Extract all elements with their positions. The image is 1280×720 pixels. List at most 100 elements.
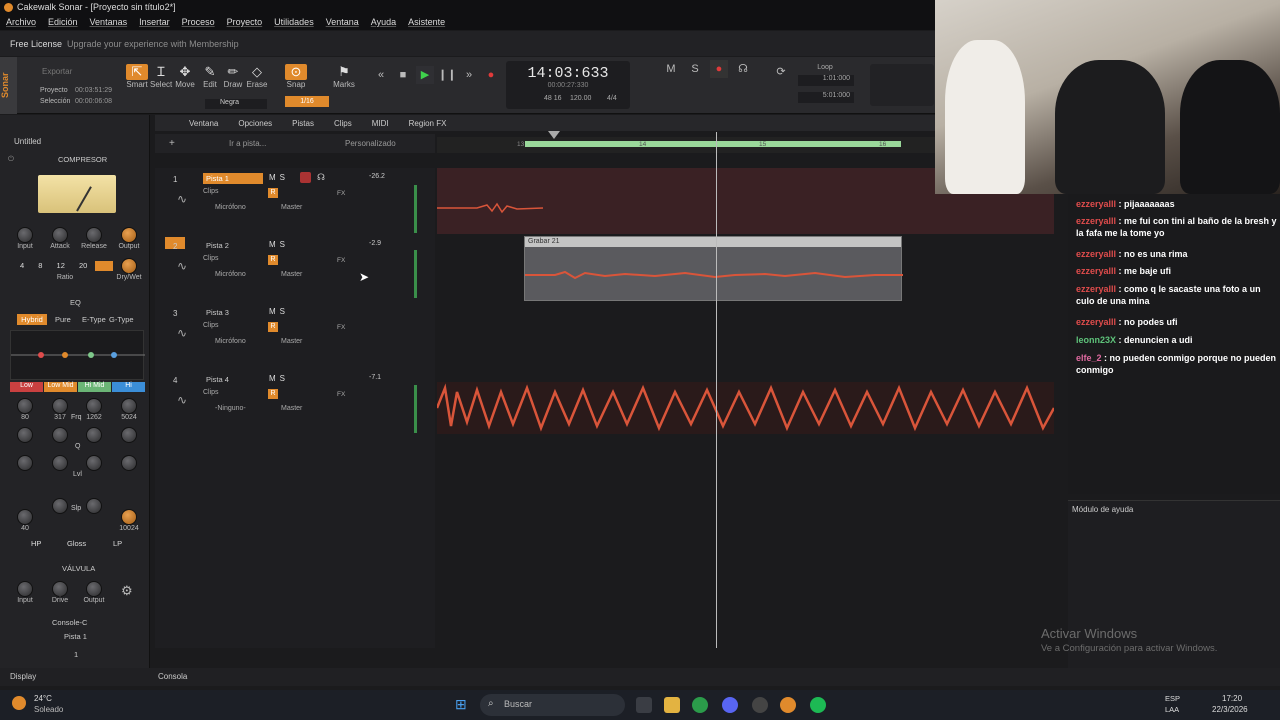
output-knob[interactable]: [121, 227, 137, 243]
track-volume[interactable]: -2.9: [369, 240, 381, 247]
add-track-icon[interactable]: +: [169, 138, 175, 149]
track1-clip-wave[interactable]: [437, 200, 547, 216]
track4-clip-wave[interactable]: [437, 382, 1054, 434]
mute-all-button[interactable]: M: [662, 60, 680, 78]
fx-bin[interactable]: FX: [337, 324, 397, 334]
sonar-taskbar-icon[interactable]: [780, 697, 796, 713]
clock-time[interactable]: 17:20: [1222, 694, 1242, 703]
solo-all-button[interactable]: S: [686, 60, 704, 78]
loop-region[interactable]: [525, 141, 901, 147]
clips-select[interactable]: Clips: [203, 255, 219, 266]
band-low[interactable]: Low: [10, 382, 43, 392]
menu-ventana-tv[interactable]: Ventana: [189, 119, 218, 128]
eq-header[interactable]: EQ: [8, 296, 144, 308]
track-name[interactable]: Pista 1: [203, 173, 263, 184]
upgrade-link[interactable]: Upgrade your experience with Membership: [67, 39, 239, 49]
menu-proceso[interactable]: Proceso: [182, 17, 215, 27]
track-name[interactable]: Pista 3: [203, 307, 263, 318]
compressor-header[interactable]: ⏻ COMPRESOR: [8, 153, 144, 165]
eq-hi-level-knob[interactable]: [121, 455, 137, 471]
eq-himid-freq-knob[interactable]: [86, 398, 102, 414]
menu-ayuda[interactable]: Ayuda: [371, 17, 396, 27]
loop-start[interactable]: 1:01:000: [798, 75, 854, 86]
preset-select[interactable]: Personalizado: [345, 139, 396, 148]
clips-select[interactable]: Clips: [203, 322, 219, 333]
hp-knob[interactable]: [17, 509, 33, 525]
ratio-inf-button[interactable]: [95, 261, 113, 271]
file-explorer-icon[interactable]: [664, 697, 680, 713]
eq-mode-gtype[interactable]: G-Type: [109, 315, 134, 324]
smart-tool-button[interactable]: ⇱ Smart: [126, 64, 148, 89]
track-msr-buttons[interactable]: MS: [269, 374, 289, 383]
input-select[interactable]: Micrófono: [215, 271, 246, 282]
input-select[interactable]: Micrófono: [215, 338, 246, 349]
rewind-button[interactable]: «: [372, 66, 390, 84]
tempo-readout[interactable]: 120.00: [570, 95, 591, 102]
valvula-header[interactable]: VÁLVULA: [8, 562, 144, 574]
export-button[interactable]: Exportar: [42, 67, 72, 76]
read-automation-button[interactable]: R: [268, 255, 278, 265]
eq-lowmid-level-knob[interactable]: [52, 455, 68, 471]
weather-desc[interactable]: Soleado: [34, 705, 63, 714]
eq-low-level-knob[interactable]: [17, 455, 33, 471]
valvula-input-knob[interactable]: [17, 581, 33, 597]
select-tool-button[interactable]: Ɪ Select: [150, 64, 172, 89]
weather-temp[interactable]: 24°C: [34, 694, 52, 703]
read-automation-button[interactable]: R: [268, 188, 278, 198]
slope-high-knob[interactable]: [86, 498, 102, 514]
track-4[interactable]: 4 Pista 4 MS -7.1 ∿ Clips R FX -Ninguno-…: [155, 371, 435, 437]
arm-all-button[interactable]: ●: [710, 60, 728, 78]
menu-midi[interactable]: MIDI: [372, 119, 389, 128]
move-tool-button[interactable]: ✥ Move: [174, 64, 196, 89]
lp-knob[interactable]: [121, 509, 137, 525]
drywet-knob[interactable]: [121, 258, 137, 274]
display-select[interactable]: Display: [10, 672, 36, 681]
spotify-icon[interactable]: [810, 697, 826, 713]
valvula-output-knob[interactable]: [86, 581, 102, 597]
clip-grabar-21[interactable]: Grabar 21: [524, 236, 903, 301]
slope-low-knob[interactable]: [52, 498, 68, 514]
track-3[interactable]: 3 Pista 3 MS ∿ Clips R FX Micrófono Mast…: [155, 304, 435, 370]
console-header[interactable]: Console-C: [8, 616, 144, 628]
output-select[interactable]: Master: [281, 204, 302, 215]
fx-bin[interactable]: FX: [337, 257, 397, 267]
obs-icon[interactable]: [752, 697, 768, 713]
fx-bin[interactable]: FX: [337, 190, 397, 200]
track-volume[interactable]: -26.2: [369, 173, 385, 180]
edit-tool-button[interactable]: ✎ Edit: [199, 64, 221, 89]
eq-himid-level-knob[interactable]: [86, 455, 102, 471]
track-msr-buttons[interactable]: MS: [269, 307, 289, 316]
eq-hi-freq-knob[interactable]: [121, 398, 137, 414]
power-icon[interactable]: ⏻: [8, 154, 14, 164]
menu-utilidades[interactable]: Utilidades: [274, 17, 314, 27]
menu-opciones[interactable]: Opciones: [238, 119, 272, 128]
clips-select[interactable]: Clips: [203, 389, 219, 400]
track-1[interactable]: 1 Pista 1 MS ☊ -26.2 ∿ Clips R FX Micróf…: [155, 170, 435, 236]
output-select[interactable]: Master: [281, 405, 302, 416]
attack-knob[interactable]: [52, 227, 68, 243]
menu-clips[interactable]: Clips: [334, 119, 352, 128]
stop-button[interactable]: ■: [394, 66, 412, 84]
track-msr-buttons[interactable]: MS: [269, 240, 289, 249]
task-view-icon[interactable]: [636, 697, 652, 713]
menu-asistente[interactable]: Asistente: [408, 17, 445, 27]
loop-end[interactable]: 5:01:000: [798, 92, 854, 103]
menu-ventana[interactable]: Ventana: [326, 17, 359, 27]
play-button[interactable]: ▶: [416, 66, 434, 84]
eq-mode-etype[interactable]: E-Type: [82, 315, 106, 324]
marks-button[interactable]: ⚑ Marks: [332, 64, 356, 89]
valvula-drive-knob[interactable]: [52, 581, 68, 597]
eq-lowmid-freq-knob[interactable]: [52, 398, 68, 414]
output-select[interactable]: Master: [281, 271, 302, 282]
menu-archivo[interactable]: Archivo: [6, 17, 36, 27]
eq-mode-hybrid[interactable]: Hybrid: [17, 314, 47, 325]
band-himid[interactable]: Hi Mid: [78, 382, 111, 392]
track-volume[interactable]: -7.1: [369, 374, 381, 381]
release-knob[interactable]: [86, 227, 102, 243]
taskbar-search[interactable]: ⌕ Buscar: [480, 694, 625, 716]
input-knob[interactable]: [17, 227, 33, 243]
draw-tool-button[interactable]: ✏ Draw: [222, 64, 244, 89]
loop-toggle-icon[interactable]: ⟳: [772, 63, 790, 81]
goto-track-field[interactable]: Ir a pista...: [229, 139, 266, 148]
track-name[interactable]: Pista 2: [203, 240, 263, 251]
